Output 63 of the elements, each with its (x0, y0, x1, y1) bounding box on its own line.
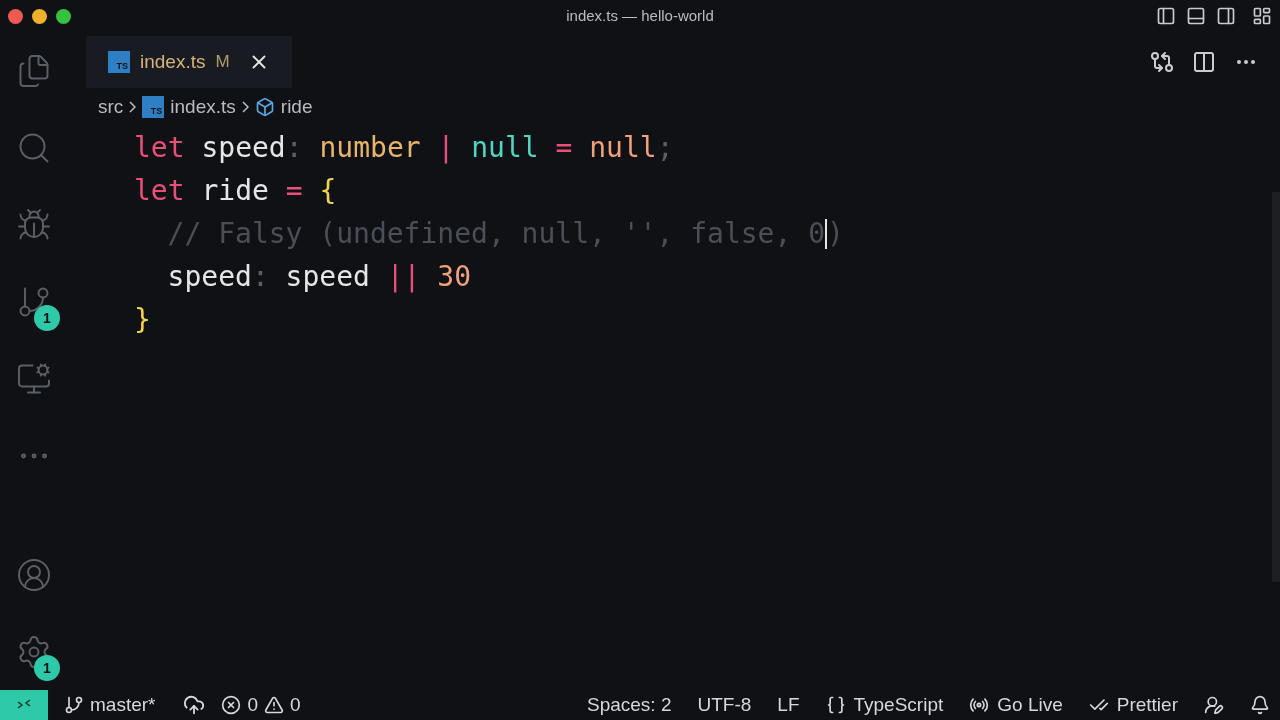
status-item[interactable]: TypeScript (825, 690, 944, 720)
code-token: speed (200, 130, 286, 166)
badge: 1 (34, 305, 60, 331)
maximize-window-button[interactable] (56, 8, 71, 24)
minimize-window-button[interactable] (32, 8, 47, 24)
notifications-icon[interactable] (1250, 695, 1270, 715)
account-icon[interactable] (16, 556, 52, 593)
text-cursor (825, 218, 828, 249)
tab-label: index.ts (140, 49, 206, 74)
code-token: } (134, 302, 151, 338)
code-token: let (134, 130, 185, 166)
status-item[interactable]: Prettier (1088, 690, 1178, 720)
typescript-file-icon: TS (142, 96, 165, 118)
code-token: || (385, 259, 421, 295)
breadcrumb-item[interactable]: ride (280, 92, 313, 122)
chevron-icon (241, 101, 249, 113)
code-token: null (588, 130, 657, 166)
branch-status[interactable]: master* (64, 690, 156, 720)
braces-icon (825, 695, 846, 715)
variable-icon (254, 97, 275, 117)
code-token: : (251, 259, 269, 295)
editor-tab[interactable]: TS index.ts M (86, 36, 292, 88)
modified-indicator: M (215, 51, 230, 74)
feedback-icon[interactable] (1204, 695, 1224, 715)
compare-changes-icon[interactable] (1150, 50, 1174, 74)
code-token: null (470, 130, 539, 166)
problems-status[interactable]: 0 0 (221, 690, 301, 720)
window-title: index.ts — hello-world (566, 5, 714, 26)
error-icon (221, 695, 242, 715)
panel-toggle-icon[interactable] (1186, 6, 1206, 26)
remote-icon (16, 698, 32, 712)
broadcast-icon (969, 695, 990, 715)
status-item[interactable]: UTF-8 (697, 690, 752, 720)
typescript-file-icon: TS (108, 51, 130, 73)
status-item[interactable]: Go Live (969, 690, 1063, 720)
code-token: // Falsy (undefined, null, '', false, 0 (167, 216, 826, 252)
code-token: speed (167, 259, 252, 295)
code-token: ride (200, 173, 269, 209)
code-token: ; (656, 130, 674, 166)
status-item[interactable]: LF (777, 690, 800, 720)
code-token: = (554, 130, 573, 166)
close-window-button[interactable] (8, 8, 23, 24)
secondary-sidebar-icon[interactable] (1216, 6, 1236, 26)
breadcrumb-item[interactable]: src (98, 92, 124, 122)
code-token: speed (284, 259, 370, 295)
branch-icon (64, 695, 84, 715)
breadcrumb-item[interactable]: index.ts (170, 92, 236, 122)
layout-icon[interactable] (1252, 6, 1272, 26)
warning-icon (264, 695, 285, 715)
chevron-icon (129, 101, 137, 113)
code-token: let (134, 173, 185, 209)
code-token: : (285, 130, 303, 166)
code-token: 30 (436, 259, 472, 295)
code-token: number (318, 130, 421, 166)
sidebar-toggle-icon[interactable] (1156, 6, 1176, 26)
split-editor-icon[interactable] (1192, 50, 1216, 74)
code-token: { (318, 173, 337, 209)
code-token: = (284, 173, 303, 209)
code-token: ) (827, 216, 844, 252)
code-token: | (436, 130, 455, 166)
status-item[interactable]: Spaces: 2 (587, 690, 672, 720)
badge: 1 (34, 655, 60, 681)
cloud-upload-icon[interactable] (183, 694, 206, 716)
